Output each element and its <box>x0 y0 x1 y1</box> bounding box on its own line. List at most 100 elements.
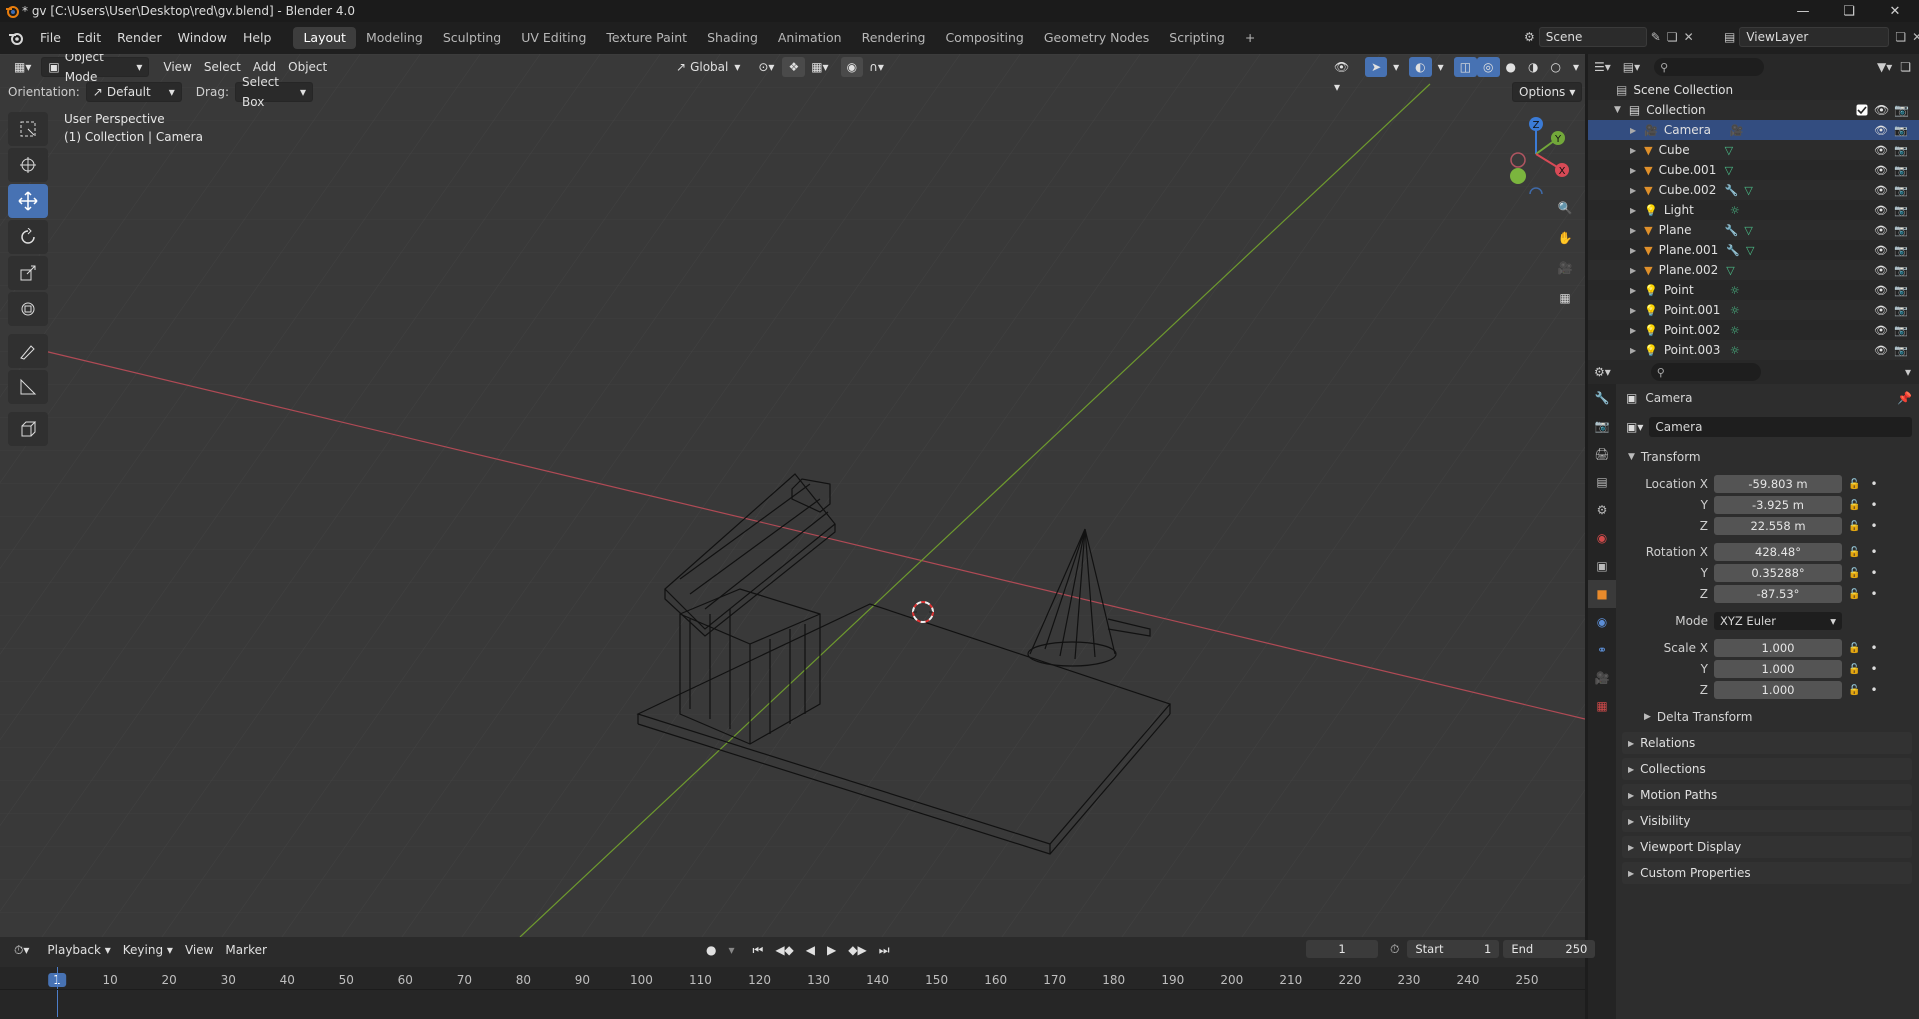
lock-icon[interactable]: 🔓 <box>1848 479 1860 490</box>
render-camera-icon[interactable]: 📷 <box>1894 184 1908 197</box>
eye-icon[interactable]: 👁 <box>1874 344 1888 357</box>
properties-editor-icon[interactable]: ⚙▾ <box>1594 365 1611 379</box>
outliner-item[interactable]: ▶ ▼ Cube.002 🔧 ▽ 👁 📷 <box>1588 180 1919 200</box>
lock-icon[interactable]: 🔓 <box>1848 521 1860 532</box>
light-data-icon[interactable]: ☼ <box>1730 304 1740 317</box>
shading-dropdown-icon[interactable]: ▾ <box>1567 57 1585 77</box>
lock-icon[interactable]: 🔓 <box>1848 589 1860 600</box>
eye-icon[interactable]: 👁 <box>1874 304 1888 317</box>
location-x-field[interactable]: -59.803 m <box>1714 475 1842 493</box>
expand-chevron-icon[interactable]: ▶ <box>1630 226 1636 235</box>
keyframe-dot-icon[interactable]: • <box>1870 662 1877 676</box>
tab-animation[interactable]: Animation <box>768 27 852 49</box>
render-camera-icon[interactable]: 📷 <box>1894 103 1909 117</box>
tab-rendering[interactable]: Rendering <box>852 27 936 49</box>
modifier-icon[interactable]: 🔧 <box>1726 244 1740 257</box>
solid-shading-icon[interactable]: ● <box>1500 57 1522 77</box>
scale-y-field[interactable]: 1.000 <box>1714 660 1842 678</box>
properties-search-input[interactable]: ⚲ <box>1650 363 1761 381</box>
mesh-data-icon[interactable]: ▽ <box>1744 224 1752 237</box>
3d-viewport[interactable]: ▦▾ ▣ Object Mode ▾ View Select Add Objec… <box>0 54 1585 937</box>
delete-view-layer-icon[interactable]: ✕ <box>1912 30 1919 44</box>
falloff-icon[interactable]: ∩▾ <box>863 57 890 77</box>
menu-window[interactable]: Window <box>170 22 235 54</box>
light-data-icon[interactable]: ☼ <box>1730 204 1740 217</box>
outliner-item[interactable]: ▶ 💡 Point ☼ 👁 📷 <box>1588 280 1919 300</box>
menu-view[interactable]: View <box>157 57 197 77</box>
menu-select[interactable]: Select <box>198 57 247 77</box>
lock-icon[interactable]: 🔓 <box>1848 500 1860 511</box>
eye-icon[interactable]: 👁 <box>1874 144 1888 157</box>
render-camera-icon[interactable]: 📷 <box>1894 324 1908 337</box>
render-camera-icon[interactable]: 📷 <box>1894 164 1908 177</box>
options-dropdown[interactable]: Options ▾ <box>1512 82 1583 102</box>
timeline-ruler[interactable]: 1102030405060708090100110120130140150160… <box>0 967 1585 1019</box>
eye-icon[interactable]: 👁 <box>1874 164 1888 177</box>
panel-visibility[interactable]: ▶ Visibility <box>1622 810 1912 832</box>
scale-tool-icon[interactable] <box>8 256 48 290</box>
outliner-editor-icon[interactable]: ☰▾ <box>1594 60 1611 74</box>
pan-hand-icon[interactable]: ✋ <box>1551 224 1579 252</box>
lock-icon[interactable]: 🔓 <box>1848 685 1860 696</box>
wireframe-shading-icon[interactable]: ◎ <box>1477 57 1500 77</box>
expand-chevron-icon[interactable]: ▶ <box>1630 286 1636 295</box>
expand-chevron-icon[interactable]: ▶ <box>1630 166 1636 175</box>
view-layer-tab-icon[interactable]: ▤ <box>1588 468 1616 496</box>
render-camera-icon[interactable]: 📷 <box>1894 144 1908 157</box>
tab-compositing[interactable]: Compositing <box>935 27 1033 49</box>
light-data-icon[interactable]: ☼ <box>1730 324 1740 337</box>
collection-tab-icon[interactable]: ▣ <box>1588 552 1616 580</box>
render-camera-icon[interactable]: 📷 <box>1894 224 1908 237</box>
eye-icon[interactable]: 👁 <box>1874 264 1888 277</box>
keyframe-dot-icon[interactable]: • <box>1870 566 1877 580</box>
world-tab-icon[interactable]: ◉ <box>1588 524 1616 552</box>
tool-tab-icon[interactable]: 🔧 <box>1588 384 1616 412</box>
keyframe-dot-icon[interactable]: • <box>1870 498 1877 512</box>
pin-icon[interactable]: ✎ <box>1651 30 1661 44</box>
transform-orientation-dropdown[interactable]: ↗ Global ▾ <box>670 57 746 77</box>
render-camera-icon[interactable]: 📷 <box>1894 344 1908 357</box>
blender-menu-icon[interactable] <box>0 31 32 45</box>
expand-chevron-icon[interactable]: ▶ <box>1630 186 1636 195</box>
new-scene-icon[interactable]: ❏ <box>1667 30 1678 44</box>
panel-motion-paths[interactable]: ▶ Motion Paths <box>1622 784 1912 806</box>
new-collection-icon[interactable]: ❏ <box>1900 60 1911 74</box>
keyframe-dot-icon[interactable]: • <box>1870 587 1877 601</box>
tab-uv-editing[interactable]: UV Editing <box>511 27 596 49</box>
render-camera-icon[interactable]: 📷 <box>1894 304 1908 317</box>
snap-target-icon[interactable]: ▦▾ <box>805 57 834 77</box>
render-camera-icon[interactable]: 📷 <box>1894 124 1908 137</box>
ortho-grid-icon[interactable]: ▦ <box>1551 284 1579 312</box>
add-cube-tool-icon[interactable] <box>8 412 48 446</box>
mesh-data-icon[interactable]: ▽ <box>1725 144 1733 157</box>
scene-tab-icon[interactable]: ⚙ <box>1588 496 1616 524</box>
pivot-icon[interactable]: ⊙▾ <box>752 57 780 77</box>
eye-icon[interactable]: 👁 <box>1874 184 1888 197</box>
rotation-y-field[interactable]: 0.35288° <box>1714 564 1842 582</box>
mesh-data-icon[interactable]: ▽ <box>1725 164 1733 177</box>
view-layer-selector[interactable]: ViewLayer <box>1739 27 1890 47</box>
outliner-item[interactable]: ▶ ▼ Plane.001 🔧 ▽ 👁 📷 <box>1588 240 1919 260</box>
expand-chevron-icon[interactable]: ▶ <box>1630 306 1636 315</box>
xray-icon[interactable]: ◫ <box>1453 57 1478 77</box>
eye-icon[interactable]: 👁 <box>1874 224 1888 237</box>
scale-z-field[interactable]: 1.000 <box>1714 681 1842 699</box>
rotation-z-field[interactable]: -87.53° <box>1714 585 1842 603</box>
object-tab-icon[interactable]: ■ <box>1588 580 1616 608</box>
object-data-tab-icon[interactable]: 🎥 <box>1588 664 1616 692</box>
lock-icon[interactable]: 🔓 <box>1848 643 1860 654</box>
drag-dropdown[interactable]: Select Box ▾ <box>234 75 313 109</box>
select-box-tool-icon[interactable] <box>8 112 48 146</box>
expand-chevron-icon[interactable]: ▶ <box>1630 346 1636 355</box>
render-camera-icon[interactable]: 📷 <box>1894 264 1908 277</box>
tab-layout[interactable]: Layout <box>293 27 356 49</box>
keyframe-dot-icon[interactable]: • <box>1870 545 1877 559</box>
camera-view-icon[interactable]: 🎥 <box>1551 254 1579 282</box>
visibility-icon[interactable]: 👁▾ <box>1328 57 1361 94</box>
annotate-tool-icon[interactable] <box>8 334 48 368</box>
eye-icon[interactable]: 👁 <box>1874 324 1888 337</box>
mesh-data-icon[interactable]: ▽ <box>1744 184 1752 197</box>
light-data-icon[interactable]: ☼ <box>1730 344 1740 357</box>
view-layer-icon[interactable]: ▤ <box>1724 30 1735 44</box>
outliner-item[interactable]: ▶ 💡 Point.002 ☼ 👁 📷 <box>1588 320 1919 340</box>
